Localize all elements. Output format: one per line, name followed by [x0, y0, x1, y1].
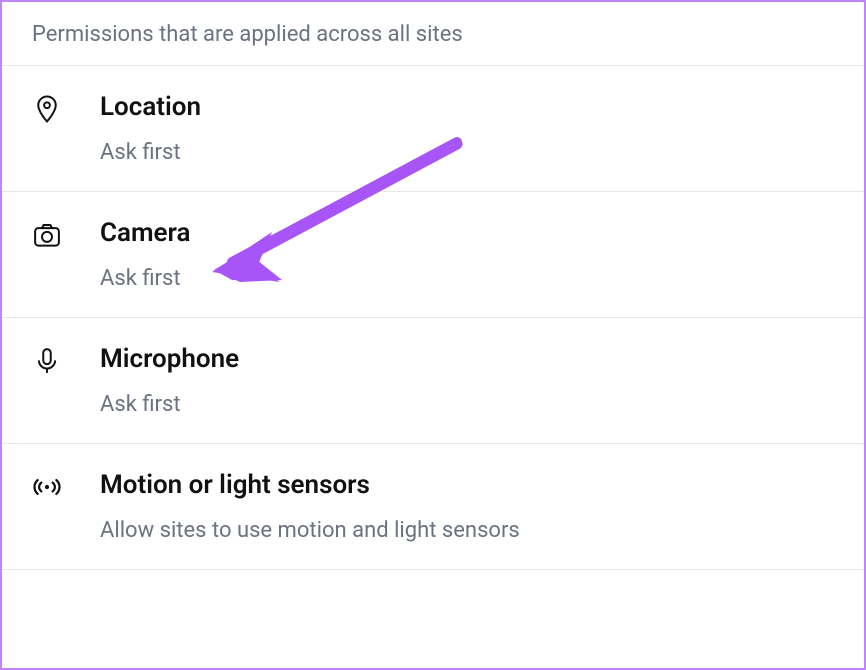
- permissions-panel: Permissions that are applied across all …: [0, 0, 866, 670]
- camera-icon: [32, 218, 70, 250]
- section-header: Permissions that are applied across all …: [2, 2, 864, 66]
- permission-title: Microphone: [100, 344, 834, 374]
- header-text: Permissions that are applied across all …: [32, 22, 463, 47]
- sensors-icon: [32, 470, 70, 502]
- permission-content: Motion or light sensors Allow sites to u…: [70, 470, 834, 543]
- permission-item-motion-sensors[interactable]: Motion or light sensors Allow sites to u…: [2, 444, 864, 570]
- permission-content: Camera Ask first: [70, 218, 834, 291]
- permission-title: Motion or light sensors: [100, 470, 834, 500]
- microphone-icon: [32, 344, 70, 376]
- permission-title: Camera: [100, 218, 834, 248]
- permission-content: Location Ask first: [70, 92, 834, 165]
- location-icon: [32, 92, 70, 124]
- permission-subtitle: Ask first: [100, 266, 834, 291]
- permission-title: Location: [100, 92, 834, 122]
- permission-item-location[interactable]: Location Ask first: [2, 66, 864, 192]
- permission-item-microphone[interactable]: Microphone Ask first: [2, 318, 864, 444]
- permission-subtitle: Ask first: [100, 392, 834, 417]
- permission-content: Microphone Ask first: [70, 344, 834, 417]
- permission-item-camera[interactable]: Camera Ask first: [2, 192, 864, 318]
- permission-subtitle: Allow sites to use motion and light sens…: [100, 518, 834, 543]
- permission-subtitle: Ask first: [100, 140, 834, 165]
